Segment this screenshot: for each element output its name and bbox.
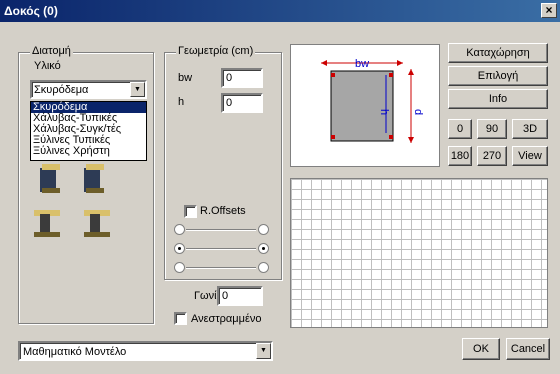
offset-line-bottom bbox=[186, 267, 256, 269]
section-preview-panel: bw d h bbox=[290, 44, 440, 167]
radio-left-middle[interactable] bbox=[174, 243, 185, 254]
ok-button[interactable]: OK bbox=[462, 338, 500, 360]
roffsets-label: R.Offsets bbox=[200, 205, 246, 217]
material-combo[interactable]: Σκυρόδεμα ▼ bbox=[30, 80, 147, 99]
view-0-button[interactable]: 0 bbox=[448, 119, 472, 139]
section-type-icons bbox=[34, 164, 110, 237]
angle-input[interactable]: 0 bbox=[217, 286, 263, 306]
info-button[interactable]: Info bbox=[448, 89, 548, 109]
section-preview-drawing: bw d h bbox=[321, 58, 424, 143]
preview-h-label: h bbox=[378, 109, 390, 115]
box-beam-icon[interactable] bbox=[84, 210, 110, 237]
offset-line-top bbox=[186, 229, 256, 231]
select-button[interactable]: Επιλογή bbox=[448, 66, 548, 86]
offset-line-middle bbox=[186, 248, 256, 250]
view-button[interactable]: View bbox=[512, 146, 548, 166]
view-90-button[interactable]: 90 bbox=[477, 119, 507, 139]
model-value: Μαθηματικό Μοντέλο bbox=[23, 346, 127, 358]
drawing-canvas[interactable] bbox=[290, 178, 548, 328]
material-label: Υλικό bbox=[34, 60, 61, 72]
radio-right-bottom[interactable] bbox=[258, 262, 269, 273]
register-button[interactable]: Καταχώρηση bbox=[448, 43, 548, 63]
view-180-button[interactable]: 180 bbox=[448, 146, 472, 166]
t-beam-icon[interactable] bbox=[84, 164, 104, 193]
bw-input[interactable]: 0 bbox=[221, 68, 263, 88]
h-input[interactable]: 0 bbox=[221, 93, 263, 113]
bw-label: bw bbox=[178, 72, 193, 84]
model-combo[interactable]: Μαθηματικό Μοντέλο ▼ bbox=[18, 341, 273, 361]
i-beam-icon[interactable] bbox=[40, 164, 60, 193]
material-value: Σκυρόδεμα bbox=[34, 84, 89, 96]
radio-left-bottom[interactable] bbox=[174, 262, 185, 273]
h-label: h bbox=[178, 96, 185, 108]
preview-bw-label: bw bbox=[355, 58, 369, 70]
material-option-timber-user[interactable]: Ξύλινες Χρήστη bbox=[31, 146, 146, 157]
channel-beam-icon[interactable] bbox=[34, 210, 60, 237]
geometry-group-label: Γεωμετρία (cm) bbox=[176, 45, 256, 57]
view-270-button[interactable]: 270 bbox=[477, 146, 507, 166]
inverted-label: Ανεστραμμένο bbox=[191, 313, 262, 325]
radio-left-top[interactable] bbox=[174, 224, 185, 235]
chevron-down-icon[interactable]: ▼ bbox=[256, 343, 271, 359]
inverted-checkbox[interactable] bbox=[174, 312, 187, 325]
window-title: Δοκός (0) bbox=[4, 4, 58, 18]
preview-d-label: d bbox=[412, 109, 424, 115]
roffsets-checkbox[interactable] bbox=[184, 205, 197, 218]
radio-right-middle[interactable] bbox=[258, 243, 269, 254]
material-dropdown-list[interactable]: Σκυρόδεμα Χάλυβας-Τυπικές Χάλυβας-Συγκ/τ… bbox=[30, 101, 147, 161]
chevron-down-icon[interactable]: ▼ bbox=[130, 82, 145, 97]
radio-right-top[interactable] bbox=[258, 224, 269, 235]
section-group-label: Διατομή bbox=[30, 45, 73, 57]
close-icon[interactable]: × bbox=[541, 3, 557, 18]
title-bar: Δοκός (0) × bbox=[0, 0, 560, 22]
cancel-button[interactable]: Cancel bbox=[506, 338, 550, 360]
view-3d-button[interactable]: 3D bbox=[512, 119, 548, 139]
